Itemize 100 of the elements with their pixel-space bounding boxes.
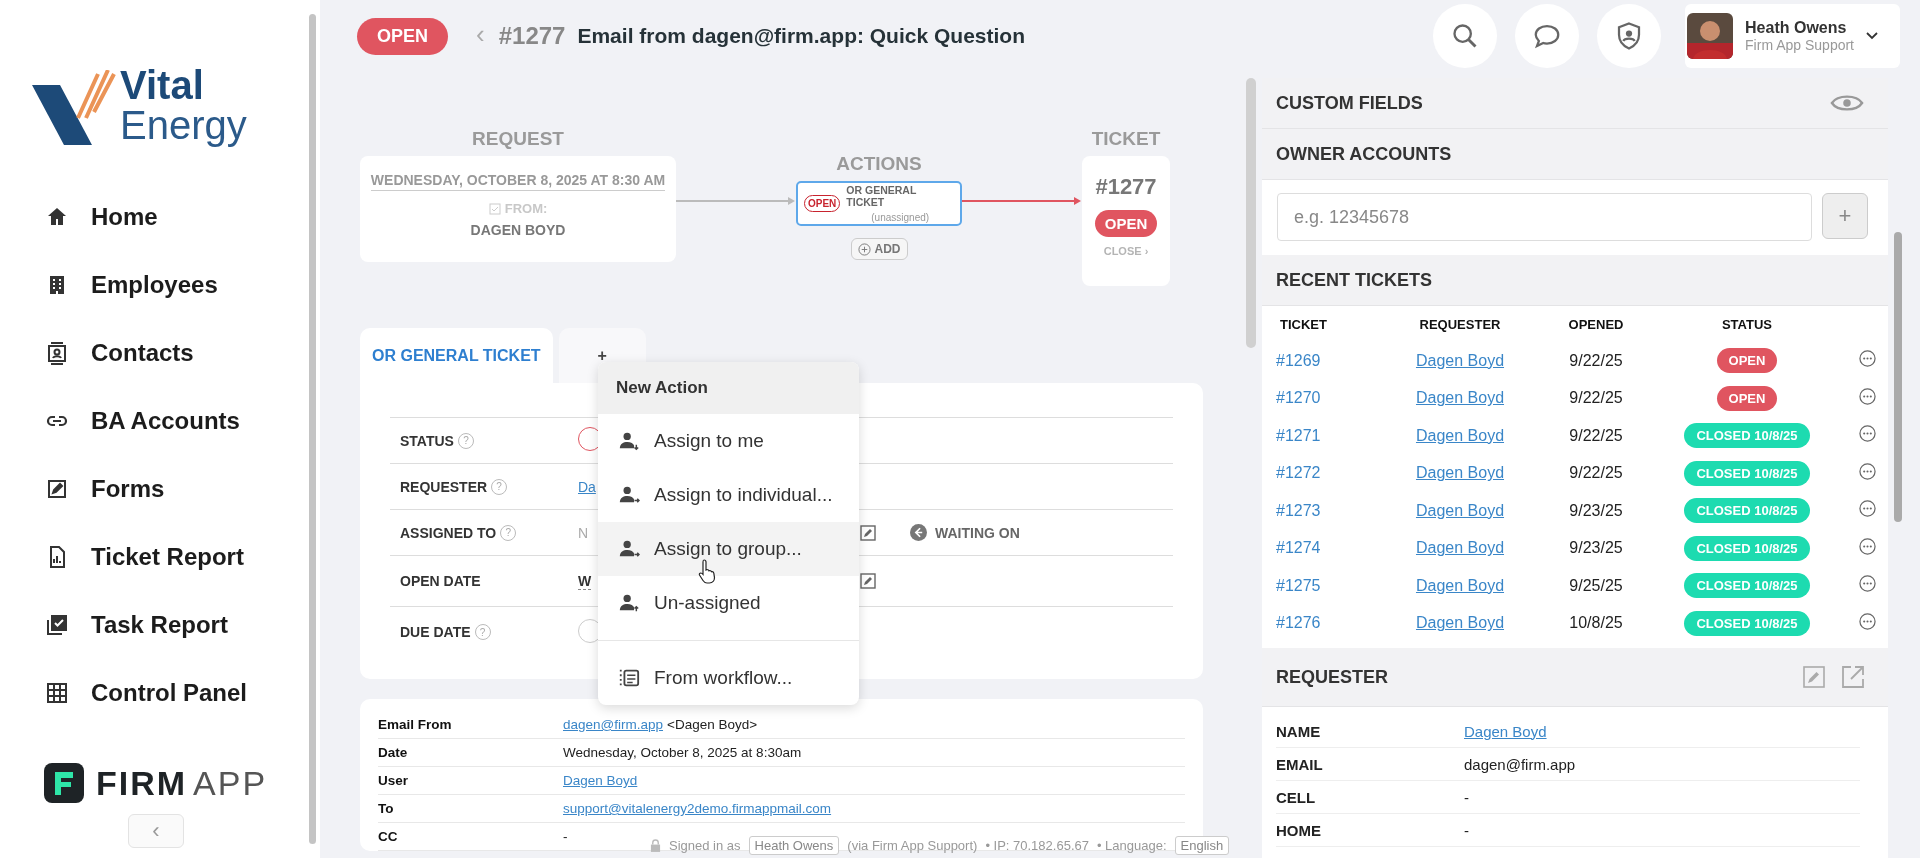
nav-item[interactable]: BA Accounts — [0, 387, 320, 455]
person-icon — [618, 592, 640, 614]
email-link[interactable]: Dagen Boyd — [563, 773, 638, 788]
nav-item[interactable]: Contacts — [0, 319, 320, 387]
user-tag: Heath Owens — [748, 836, 840, 855]
column-header: TICKET — [1279, 316, 1328, 332]
requester-link[interactable]: Dagen Boyd — [1415, 351, 1505, 369]
status-badge: OPEN — [357, 17, 448, 55]
field-label: NAME — [1276, 722, 1322, 740]
vendor-name: FIRM — [96, 763, 188, 803]
email-link[interactable]: dagen@firm.app — [563, 717, 663, 732]
waiting-on-button[interactable]: WAITING ON — [910, 524, 1020, 541]
language-tag: English — [1174, 836, 1230, 855]
edit-icon — [45, 477, 69, 501]
email-link[interactable]: support@vitalenergy2demo.firmappmail.com — [563, 801, 832, 816]
checkbox-icon — [488, 202, 501, 215]
requester-link[interactable]: Dagen Boyd — [1415, 614, 1505, 632]
nav-item[interactable]: Control Panel — [0, 659, 320, 727]
add-button[interactable]: + — [1822, 193, 1868, 239]
menu-item[interactable]: From workflow... — [598, 651, 859, 705]
pointer-cursor-icon — [698, 558, 718, 584]
table-cell-text: 9/22/25 — [1568, 464, 1624, 483]
ticket-link[interactable]: #1271 — [1276, 426, 1321, 444]
requester-link[interactable]: Dagen Boyd — [1415, 389, 1505, 407]
account-input-field[interactable]: e.g. 12345678 — [1277, 193, 1812, 241]
table-cell-text: 9/23/25 — [1568, 539, 1624, 558]
eye-icon[interactable] — [1830, 92, 1864, 114]
action-name: OR GENERAL TICKET — [846, 184, 918, 208]
contact-card-icon — [45, 341, 69, 365]
field-label: HOME — [1276, 821, 1322, 839]
menu-item[interactable]: Assign to me — [598, 414, 859, 468]
status-badge: OPEN — [1716, 385, 1778, 411]
column-label: TICKET — [1091, 128, 1161, 151]
add-button[interactable]: ADD — [850, 238, 908, 260]
field-value: - — [1464, 788, 1469, 806]
email-field-label: Date — [378, 745, 409, 760]
field-label: REQUESTER — [400, 478, 488, 495]
requester-link[interactable]: Dagen Boyd — [1415, 426, 1505, 444]
ticket-link[interactable]: #1275 — [1276, 576, 1321, 594]
section-title: OWNER ACCOUNTS — [1276, 143, 1452, 165]
more-icon[interactable] — [1859, 612, 1876, 630]
section-title: CUSTOM FIELDS — [1276, 92, 1423, 114]
requester-link[interactable]: Dagen Boyd — [1415, 464, 1505, 482]
collapse-button[interactable]: ‹ — [128, 814, 184, 848]
column-header: REQUESTER — [1418, 316, 1502, 332]
grid-icon — [45, 681, 69, 705]
nav-item[interactable]: Ticket Report — [0, 523, 320, 591]
brand-name: Vital — [120, 65, 205, 105]
menu-item[interactable]: Assign to group... — [598, 522, 859, 576]
menu-title: New Action — [598, 362, 859, 414]
nav-item[interactable]: Task Report — [0, 591, 320, 659]
ticket-link[interactable]: #1270 — [1276, 389, 1321, 407]
status-badge: OPEN — [1716, 348, 1778, 374]
more-icon[interactable] — [1859, 387, 1876, 405]
ticket-link[interactable]: #1274 — [1276, 539, 1321, 557]
more-icon[interactable] — [1859, 575, 1876, 593]
more-icon[interactable] — [1859, 350, 1876, 368]
ticket-link[interactable]: #1276 — [1276, 614, 1321, 632]
email-field-value: <Dagen Boyd> — [667, 717, 758, 732]
requester-link[interactable]: Dagen Boyd — [1415, 501, 1505, 519]
field-label: CELL — [1276, 788, 1317, 806]
menu-item[interactable]: Assign to individual... — [598, 468, 859, 522]
email-field-label: To — [378, 801, 395, 816]
ticket-link[interactable]: #1272 — [1276, 464, 1321, 482]
sender-name: DAGEN BOYD — [470, 222, 566, 238]
status-badge: CLOSED 10/8/25 — [1684, 460, 1810, 486]
table-cell-text: 9/22/25 — [1568, 389, 1624, 408]
more-icon[interactable] — [1859, 500, 1876, 518]
requester-link[interactable]: Dagen Boyd — [1464, 722, 1547, 740]
requester-link[interactable]: Dagen Boyd — [1415, 539, 1505, 557]
edit-icon[interactable] — [860, 524, 876, 541]
menu-item[interactable]: Un-assigned — [598, 576, 859, 630]
tab[interactable]: OR GENERAL TICKET — [360, 328, 553, 383]
section-title: REQUESTER — [1276, 666, 1389, 688]
field-label: ASSIGNED TO — [400, 524, 497, 541]
back-button[interactable]: ‹ — [470, 17, 491, 51]
table-cell-text: 9/22/25 — [1568, 426, 1624, 445]
ticket-link[interactable]: #1273 — [1276, 501, 1321, 519]
ticket-number: #1277 — [1095, 174, 1157, 200]
requester-link[interactable]: Dagen Boyd — [1415, 576, 1505, 594]
more-icon[interactable] — [1859, 462, 1876, 480]
ip-text: • IP: 70.182.65.67 — [985, 838, 1089, 853]
email-field-label: CC — [378, 829, 399, 844]
edit-icon[interactable] — [860, 573, 876, 589]
user-menu[interactable]: Heath Owens Firm App Support — [1685, 4, 1900, 68]
person-icon — [618, 430, 640, 452]
more-icon[interactable] — [1859, 425, 1876, 443]
ticket-link[interactable]: #1269 — [1276, 351, 1321, 369]
column-header: OPENED — [1567, 316, 1625, 332]
requester-link[interactable]: Da — [578, 478, 596, 495]
status-badge: CLOSED 10/8/25 — [1684, 423, 1810, 449]
via-text: (via Firm App Support) — [847, 838, 978, 853]
close-link[interactable]: CLOSE › — [1103, 245, 1149, 257]
status-button[interactable]: OPEN — [1094, 210, 1158, 237]
field-label: DUE DATE — [400, 624, 471, 640]
nav-item[interactable]: Home — [0, 183, 320, 251]
more-icon[interactable] — [1859, 537, 1876, 555]
action-card[interactable]: OPEN OR GENERAL TICKET (unassigned) — [796, 181, 962, 226]
nav-item[interactable]: Forms — [0, 455, 320, 523]
nav-item[interactable]: Employees — [0, 251, 320, 319]
